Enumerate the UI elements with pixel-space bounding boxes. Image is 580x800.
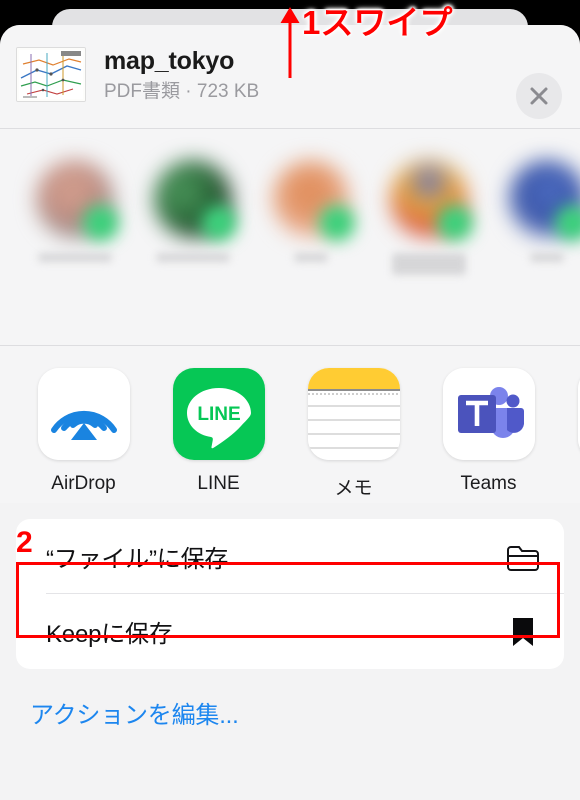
app-item-notes[interactable]: メモ xyxy=(286,368,421,500)
action-row-save-to-files[interactable]: “ファイル”に保存 xyxy=(16,519,564,594)
contact-name-blurred xyxy=(156,253,230,262)
apps-row[interactable]: AirDrop LINE LINE メモ Teams xyxy=(0,346,580,503)
contact-item[interactable] xyxy=(252,157,370,262)
action-row-save-to-keep[interactable]: Keepに保存 xyxy=(16,594,564,669)
line-app-badge xyxy=(319,205,355,241)
phone-screen: map_tokyo PDF書類 · 723 KB AirDrop LINE LI… xyxy=(0,0,580,800)
app-label: AirDrop xyxy=(51,473,116,494)
line-icon: LINE xyxy=(172,368,265,460)
airdrop-icon xyxy=(37,368,130,460)
file-subtitle: PDF書類 · 723 KB xyxy=(104,80,260,102)
line-app-badge xyxy=(83,205,119,241)
app-item-airdrop[interactable]: AirDrop xyxy=(16,368,151,495)
contacts-row[interactable] xyxy=(0,129,580,345)
close-button[interactable] xyxy=(516,73,562,119)
app-item-teams[interactable]: Teams xyxy=(421,368,556,495)
contact-name-blurred xyxy=(392,253,466,275)
line-app-badge xyxy=(201,205,237,241)
bookmark-icon xyxy=(506,615,540,649)
app-item-line[interactable]: LINE LINE xyxy=(151,368,286,495)
teams-icon xyxy=(442,368,535,460)
contact-item[interactable] xyxy=(134,157,252,262)
contact-item[interactable] xyxy=(16,157,134,262)
line-app-badge xyxy=(437,205,473,241)
app-label: メモ xyxy=(334,478,373,499)
contact-item[interactable] xyxy=(488,157,580,262)
action-list: “ファイル”に保存 Keepに保存 xyxy=(16,519,564,669)
contact-name-blurred xyxy=(294,253,328,262)
annotation-step2-label: 2 xyxy=(16,526,33,559)
svg-text:LINE: LINE xyxy=(197,404,240,425)
close-x-icon xyxy=(530,87,548,105)
action-label: Keepに保存 xyxy=(46,621,173,648)
share-sheet: map_tokyo PDF書類 · 723 KB AirDrop LINE LI… xyxy=(0,25,580,800)
notes-icon xyxy=(307,368,400,460)
tokyo-rail-map-thumbnail xyxy=(16,47,86,103)
edit-actions-button[interactable]: アクションを編集... xyxy=(30,695,580,730)
contact-name-blurred xyxy=(530,253,564,262)
file-name: map_tokyo xyxy=(104,47,235,75)
folder-icon xyxy=(506,540,540,574)
action-label: “ファイル”に保存 xyxy=(46,546,229,573)
contact-item[interactable] xyxy=(370,157,488,275)
app-item-gmail[interactable] xyxy=(556,368,580,473)
file-meta: map_tokyo PDF書類 · 723 KB xyxy=(104,47,564,103)
up-arrow-icon xyxy=(280,7,300,78)
app-label: LINE xyxy=(197,473,240,494)
contact-name-blurred xyxy=(38,253,112,262)
app-label: Teams xyxy=(460,473,517,494)
annotation-step1-label: 1スワイプ xyxy=(302,4,453,41)
